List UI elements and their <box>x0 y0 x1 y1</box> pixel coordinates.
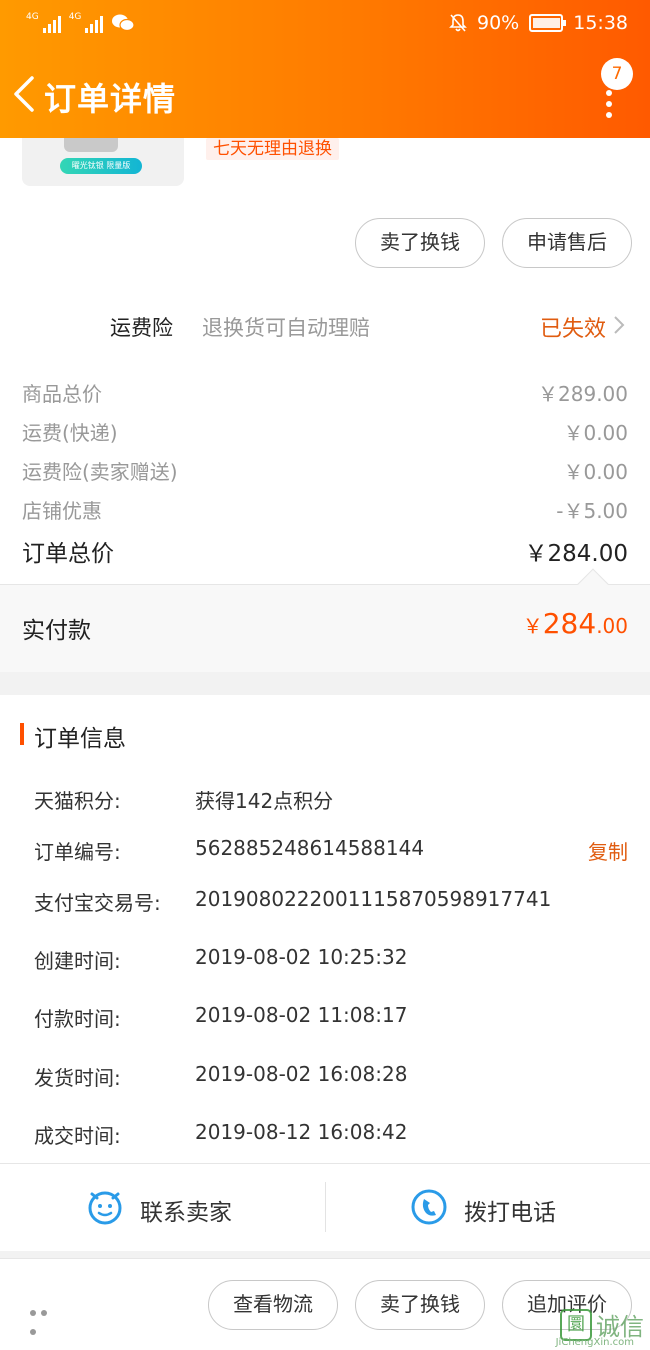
network-type-label: 4G <box>26 12 39 22</box>
status-left: 4G 4G <box>26 13 136 33</box>
price-value: ￥289.00 <box>538 382 628 406</box>
signal-icon-2: 4G <box>69 13 104 33</box>
call-phone-label: 拨打电话 <box>464 1200 556 1226</box>
order-info-heading: 订单信息 <box>34 726 126 752</box>
price-value: -￥5.00 <box>556 499 628 523</box>
clock: 15:38 <box>573 12 628 34</box>
info-row-completed-time: 成交时间: 2019-08-12 16:08:42 <box>34 1120 628 1150</box>
order-info-section: 订单信息 天猫积分: 获得142点积分 订单编号: 56288524861458… <box>0 695 650 1163</box>
amount-integer: 284 <box>542 607 597 640</box>
contact-bar: 联系卖家 拨打电话 <box>0 1163 650 1251</box>
info-value: 2019-08-02 11:08:17 <box>195 1003 408 1027</box>
product-image <box>64 138 118 152</box>
info-label: 成交时间: <box>34 1124 121 1148</box>
info-value: 2019-08-12 16:08:42 <box>195 1120 408 1144</box>
status-bar: 4G 4G 90% 15:38 <box>0 0 650 50</box>
message-count-badge[interactable]: 7 <box>601 58 633 90</box>
info-label: 付款时间: <box>34 1007 121 1031</box>
back-arrow-icon[interactable] <box>8 72 48 116</box>
order-total-value: ￥284.00 <box>524 541 628 567</box>
watermark-domain: JiChengXin.com <box>555 1337 634 1348</box>
amount-paid-value: ￥284.00 <box>523 607 628 640</box>
info-value: 2019080222001115870598917741 <box>195 887 552 911</box>
shipping-insurance-row[interactable]: 运费险 退换货可自动理赔 已失效 <box>0 290 650 362</box>
app-header: 4G 4G 90% 15:38 订单详情 7 <box>0 0 650 138</box>
more-actions-icon[interactable] <box>30 1301 60 1335</box>
mute-bell-icon <box>449 14 467 32</box>
price-label: 运费险(卖家赠送) <box>22 460 178 484</box>
wechat-icon <box>112 14 136 32</box>
info-label: 订单编号: <box>34 840 121 864</box>
price-label: 运费(快递) <box>22 421 118 445</box>
price-row: 运费(快递) ￥0.00 <box>22 417 628 447</box>
price-row: 商品总价 ￥289.00 <box>22 378 628 408</box>
chat-face-icon <box>88 1191 122 1225</box>
info-value: 2019-08-02 10:25:32 <box>195 945 408 969</box>
info-row-shipped-time: 发货时间: 2019-08-02 16:08:28 <box>34 1062 628 1092</box>
item-actions: 卖了换钱 申请售后 <box>0 198 650 290</box>
copy-order-number-button[interactable]: 复制 <box>588 836 628 865</box>
price-label: 店铺优惠 <box>22 499 102 523</box>
price-value: ￥0.00 <box>563 460 628 484</box>
insurance-label: 运费险 <box>110 316 173 340</box>
amount-paid-label: 实付款 <box>22 618 91 644</box>
view-logistics-button[interactable]: 查看物流 <box>208 1280 338 1330</box>
after-sales-button[interactable]: 申请售后 <box>502 218 632 268</box>
price-value: ￥0.00 <box>563 421 628 445</box>
thumb-label: 曜光钛银 限量版 <box>60 158 142 174</box>
info-label: 创建时间: <box>34 949 121 973</box>
refund-policy-tag: 七天无理由退换 <box>206 138 339 160</box>
watermark-logo: 圜 <box>560 1308 592 1341</box>
section-accent-bar <box>20 723 24 745</box>
more-dots-icon[interactable] <box>605 90 613 118</box>
signal-icon: 4G <box>26 13 61 33</box>
sell-resale-button[interactable]: 卖了换钱 <box>355 218 485 268</box>
info-value: 2019-08-02 16:08:28 <box>195 1062 408 1086</box>
page-title: 订单详情 <box>44 80 177 118</box>
order-total-row: 订单总价 ￥284.00 <box>22 534 628 567</box>
info-row-points: 天猫积分: 获得142点积分 <box>34 785 628 815</box>
sell-resale-button-bottom[interactable]: 卖了换钱 <box>355 1280 485 1330</box>
network-type-label-2: 4G <box>68 12 82 22</box>
info-value: 562885248614588144 <box>195 836 425 860</box>
info-row-paid-time: 付款时间: 2019-08-02 11:08:17 <box>34 1003 628 1033</box>
price-row: 运费险(卖家赠送) ￥0.00 <box>22 456 628 486</box>
battery-percent: 90% <box>477 12 520 34</box>
battery-icon <box>529 14 567 32</box>
call-phone-button[interactable]: 拨打电话 <box>326 1164 650 1252</box>
amount-paid-row: 实付款 ￥284.00 <box>0 568 650 672</box>
chevron-right-icon <box>614 316 625 334</box>
contact-seller-label: 联系卖家 <box>140 1200 232 1226</box>
info-row-created: 创建时间: 2019-08-02 10:25:32 <box>34 945 628 975</box>
product-card[interactable]: 曜光钛银 限量版 七天无理由退换 <box>0 138 650 198</box>
nav-bar: 订单详情 7 <box>0 58 650 134</box>
info-label: 发货时间: <box>34 1066 121 1090</box>
insurance-desc: 退换货可自动理赔 <box>202 316 370 340</box>
info-row-alipay-number: 支付宝交易号: 2019080222001115870598917741 <box>34 887 628 917</box>
order-total-label: 订单总价 <box>22 541 114 567</box>
info-label: 天猫积分: <box>34 789 121 813</box>
site-watermark: 圜 诚信 JiChengXin.com <box>556 1307 644 1348</box>
info-label: 支付宝交易号: <box>34 891 161 915</box>
insurance-state: 已失效 <box>539 317 606 342</box>
bottom-action-bar: 查看物流 卖了换钱 追加评价 <box>0 1258 650 1350</box>
price-label: 商品总价 <box>22 382 102 406</box>
info-row-order-number: 订单编号: 562885248614588144 复制 <box>34 836 628 866</box>
price-breakdown: 商品总价 ￥289.00 运费(快递) ￥0.00 运费险(卖家赠送) ￥0.0… <box>0 362 650 584</box>
status-right: 90% 15:38 <box>449 12 628 34</box>
contact-seller-button[interactable]: 联系卖家 <box>0 1164 325 1252</box>
price-row: 店铺优惠 -￥5.00 <box>22 495 628 525</box>
phone-icon <box>411 1189 447 1225</box>
amount-decimal: .00 <box>596 614 628 638</box>
product-thumbnail[interactable]: 曜光钛银 限量版 <box>22 138 184 186</box>
currency-symbol: ￥ <box>522 614 543 638</box>
info-value: 获得142点积分 <box>195 789 334 813</box>
